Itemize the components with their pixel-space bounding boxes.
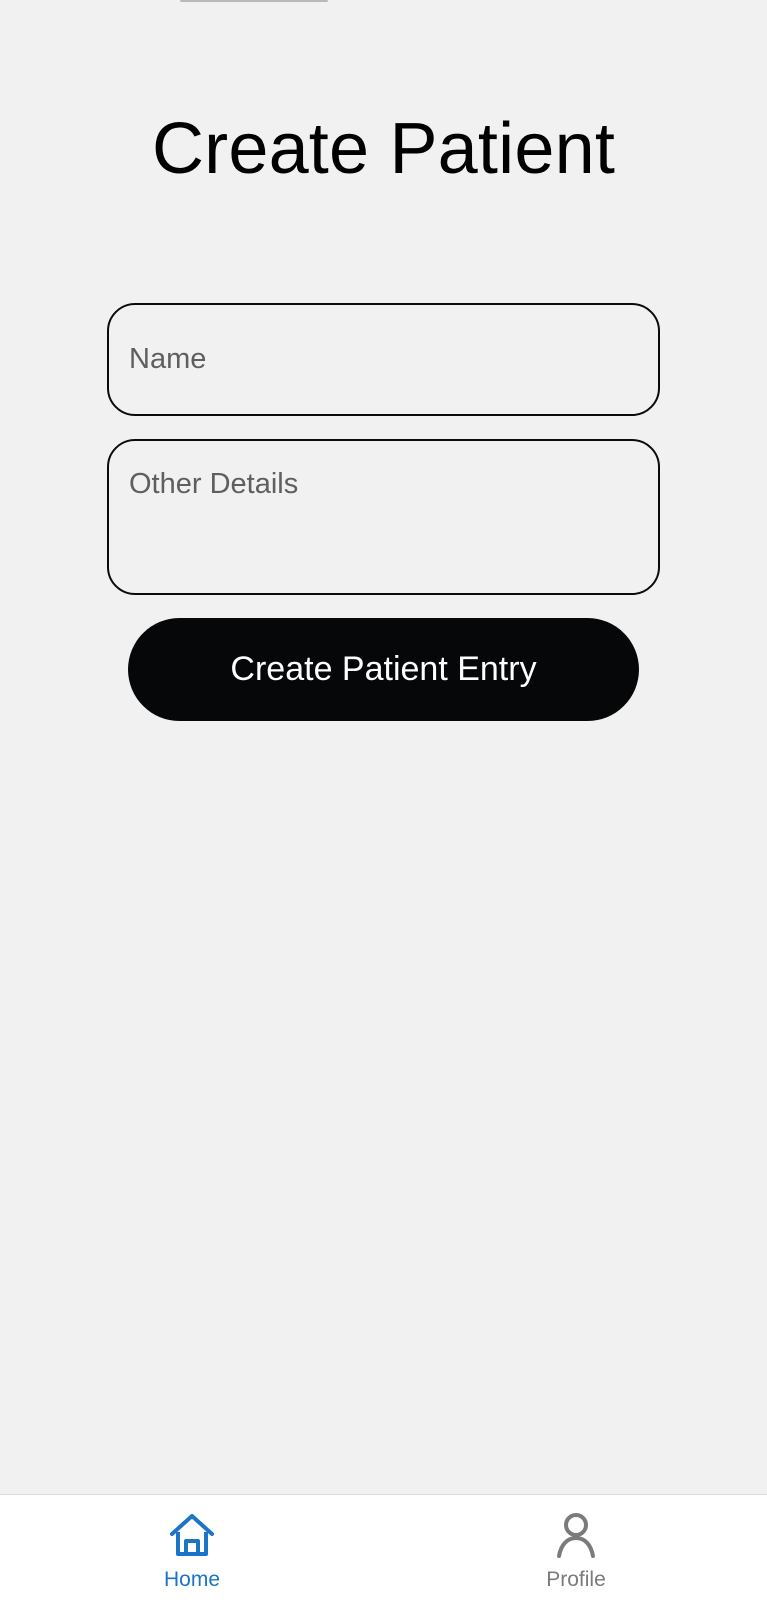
status-indicator <box>180 0 328 2</box>
name-input[interactable] <box>107 303 660 416</box>
nav-profile-label: Profile <box>546 1568 606 1591</box>
person-icon <box>557 1513 595 1558</box>
nav-item-home[interactable]: Home <box>92 1495 292 1600</box>
bottom-navigation: Home Profile <box>0 1494 767 1600</box>
create-patient-screen: Create Patient Create Patient Entry Home… <box>0 0 767 1600</box>
nav-home-label: Home <box>163 1568 221 1591</box>
page-title: Create Patient <box>151 109 616 189</box>
other-details-input[interactable] <box>107 439 660 595</box>
create-patient-entry-button[interactable]: Create Patient Entry <box>128 618 639 721</box>
nav-item-profile[interactable]: Profile <box>476 1495 676 1600</box>
home-icon <box>170 1514 214 1556</box>
